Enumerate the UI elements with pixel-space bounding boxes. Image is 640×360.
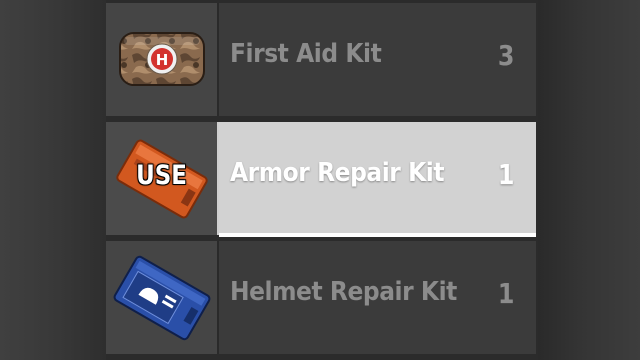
inventory-item-first-aid-kit[interactable]: H First Aid Kit 3 [106,3,536,116]
helmet-repair-kit-icon [113,255,211,341]
inventory-item-armor-repair-kit[interactable]: USE Armor Repair Kit 1 [106,122,536,237]
first-aid-kit-icon: H [119,32,205,86]
item-name: First Aid Kit [230,39,382,69]
item-name: Helmet Repair Kit [230,277,457,307]
item-name: Armor Repair Kit [230,158,445,188]
item-quantity: 1 [497,158,514,191]
right-background [538,0,640,360]
use-action-label[interactable]: USE [114,160,208,191]
left-background [0,0,106,360]
svg-text:H: H [156,51,169,69]
item-quantity: 1 [497,277,514,310]
item-icon-slot: H [106,3,219,116]
inventory-item-helmet-repair-kit[interactable]: Helmet Repair Kit 1 [106,241,536,354]
selection-underline [219,233,536,237]
item-icon-slot [106,241,219,354]
item-icon-slot[interactable]: USE [106,122,219,235]
item-quantity: 3 [497,39,514,72]
